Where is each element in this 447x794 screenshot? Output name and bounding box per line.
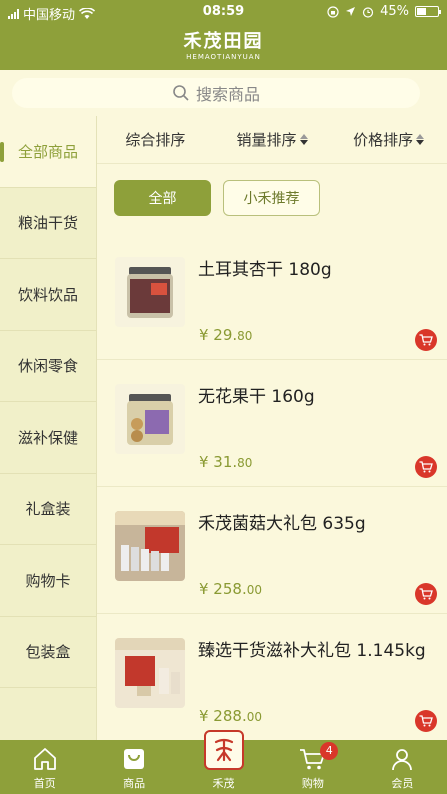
rotation-lock-icon — [327, 5, 339, 18]
search-placeholder: 搜索商品 — [195, 85, 260, 104]
tab-brand-label: 禾茂 — [212, 777, 235, 790]
product-image — [115, 638, 185, 708]
cart-icon — [419, 715, 433, 727]
logo-subtitle: HEMAOTIANYUAN — [186, 53, 261, 61]
status-bar: 中国移动 08:59 45% — [0, 0, 447, 24]
sidebar-item-snacks[interactable]: 休闲零食 — [0, 331, 96, 402]
cart-icon — [419, 461, 433, 473]
add-to-cart-button[interactable] — [415, 583, 437, 605]
filter-recommend-button[interactable]: 小禾推荐 — [223, 180, 320, 216]
product-item[interactable]: 土耳其杏干 180g ¥ 29.80 — [97, 233, 447, 360]
add-to-cart-button[interactable] — [415, 710, 437, 732]
add-to-cart-button[interactable] — [415, 456, 437, 478]
search-icon — [173, 85, 189, 101]
user-icon — [392, 749, 413, 771]
location-icon — [346, 7, 356, 16]
sort-bar: 综合排序 销量排序 价格排序 — [97, 116, 447, 164]
tab-member-label: 会员 — [391, 777, 414, 790]
status-right: 45% — [327, 4, 441, 19]
home-icon — [33, 748, 56, 770]
cart-icon — [419, 588, 433, 600]
category-sidebar: 全部商品 粮油干货 饮料饮品 休闲零食 滋补保健 礼盒装 购物卡 包装盒 — [0, 116, 97, 740]
tab-member[interactable]: 会员 — [358, 740, 447, 794]
tab-home[interactable]: 首页 — [0, 740, 89, 794]
sidebar-item-tonic[interactable]: 滋补保健 — [0, 402, 96, 474]
search-input[interactable]: 搜索商品 — [12, 78, 420, 108]
sidebar-item-grain-oil[interactable]: 粮油干货 — [0, 188, 96, 259]
app-header: 禾茂田园 HEMAOTIANYUAN — [0, 24, 447, 70]
add-to-cart-button[interactable] — [415, 329, 437, 351]
sort-sales[interactable]: 销量排序 — [214, 129, 331, 150]
product-price: ¥ 31.80 — [199, 453, 253, 471]
sidebar-item-gift-box[interactable]: 礼盒装 — [0, 474, 96, 545]
tab-goods-label: 商品 — [123, 777, 146, 790]
battery-icon — [415, 6, 441, 17]
product-name: 臻选干货滋补大礼包 1.145kg — [198, 641, 426, 661]
sort-price[interactable]: 价格排序 — [330, 129, 447, 150]
product-price: ¥ 258.00 — [199, 580, 262, 598]
sort-sales-label: 销量排序 — [236, 131, 297, 149]
filter-chips: 全部 小禾推荐 — [114, 180, 320, 216]
battery-label: 45% — [380, 4, 409, 19]
bottom-tab-bar: 首页 商品 禾茂 4 购物 会员 — [0, 730, 447, 794]
sidebar-item-all[interactable]: 全部商品 — [0, 116, 96, 188]
sort-arrows-icon — [416, 134, 425, 145]
product-image — [115, 384, 185, 454]
filter-all-button[interactable]: 全部 — [114, 180, 211, 216]
brand-seal-icon — [203, 730, 244, 770]
logo-title: 禾茂田园 — [183, 31, 264, 52]
sort-overall-label: 综合排序 — [125, 131, 186, 149]
search-bar-container: 搜索商品 — [0, 70, 447, 116]
sidebar-item-shopping-card[interactable]: 购物卡 — [0, 545, 96, 617]
product-name: 无花果干 160g — [198, 387, 315, 407]
tab-cart-label: 购物 — [301, 777, 324, 790]
product-name: 土耳其杏干 180g — [198, 260, 332, 280]
shopping-bag-icon — [124, 749, 145, 769]
tab-cart[interactable]: 4 购物 — [268, 740, 357, 794]
product-item[interactable]: 无花果干 160g ¥ 31.80 — [97, 360, 447, 487]
cart-badge: 4 — [320, 742, 339, 760]
tab-home-label: 首页 — [33, 777, 56, 790]
sidebar-item-packaging[interactable]: 包装盒 — [0, 617, 96, 688]
product-name: 禾茂菌菇大礼包 635g — [198, 514, 366, 534]
sort-price-label: 价格排序 — [353, 131, 414, 149]
product-list: 土耳其杏干 180g ¥ 29.80 无花果干 160g ¥ 31.80 禾茂菌… — [97, 233, 447, 741]
product-item[interactable]: 臻选干货滋补大礼包 1.145kg ¥ 288.00 — [97, 614, 447, 741]
tab-brand[interactable]: 禾茂 — [179, 730, 268, 794]
product-image — [115, 257, 185, 327]
sort-overall[interactable]: 综合排序 — [97, 129, 214, 150]
tab-goods[interactable]: 商品 — [89, 740, 178, 794]
cart-icon — [419, 334, 433, 346]
alarm-icon — [362, 6, 374, 18]
product-price: ¥ 288.00 — [199, 707, 262, 725]
product-item[interactable]: 禾茂菌菇大礼包 635g ¥ 258.00 — [97, 487, 447, 614]
sort-arrows-icon — [299, 134, 308, 145]
product-image — [115, 511, 185, 581]
product-price: ¥ 29.80 — [199, 326, 253, 344]
sidebar-item-drinks[interactable]: 饮料饮品 — [0, 259, 96, 331]
